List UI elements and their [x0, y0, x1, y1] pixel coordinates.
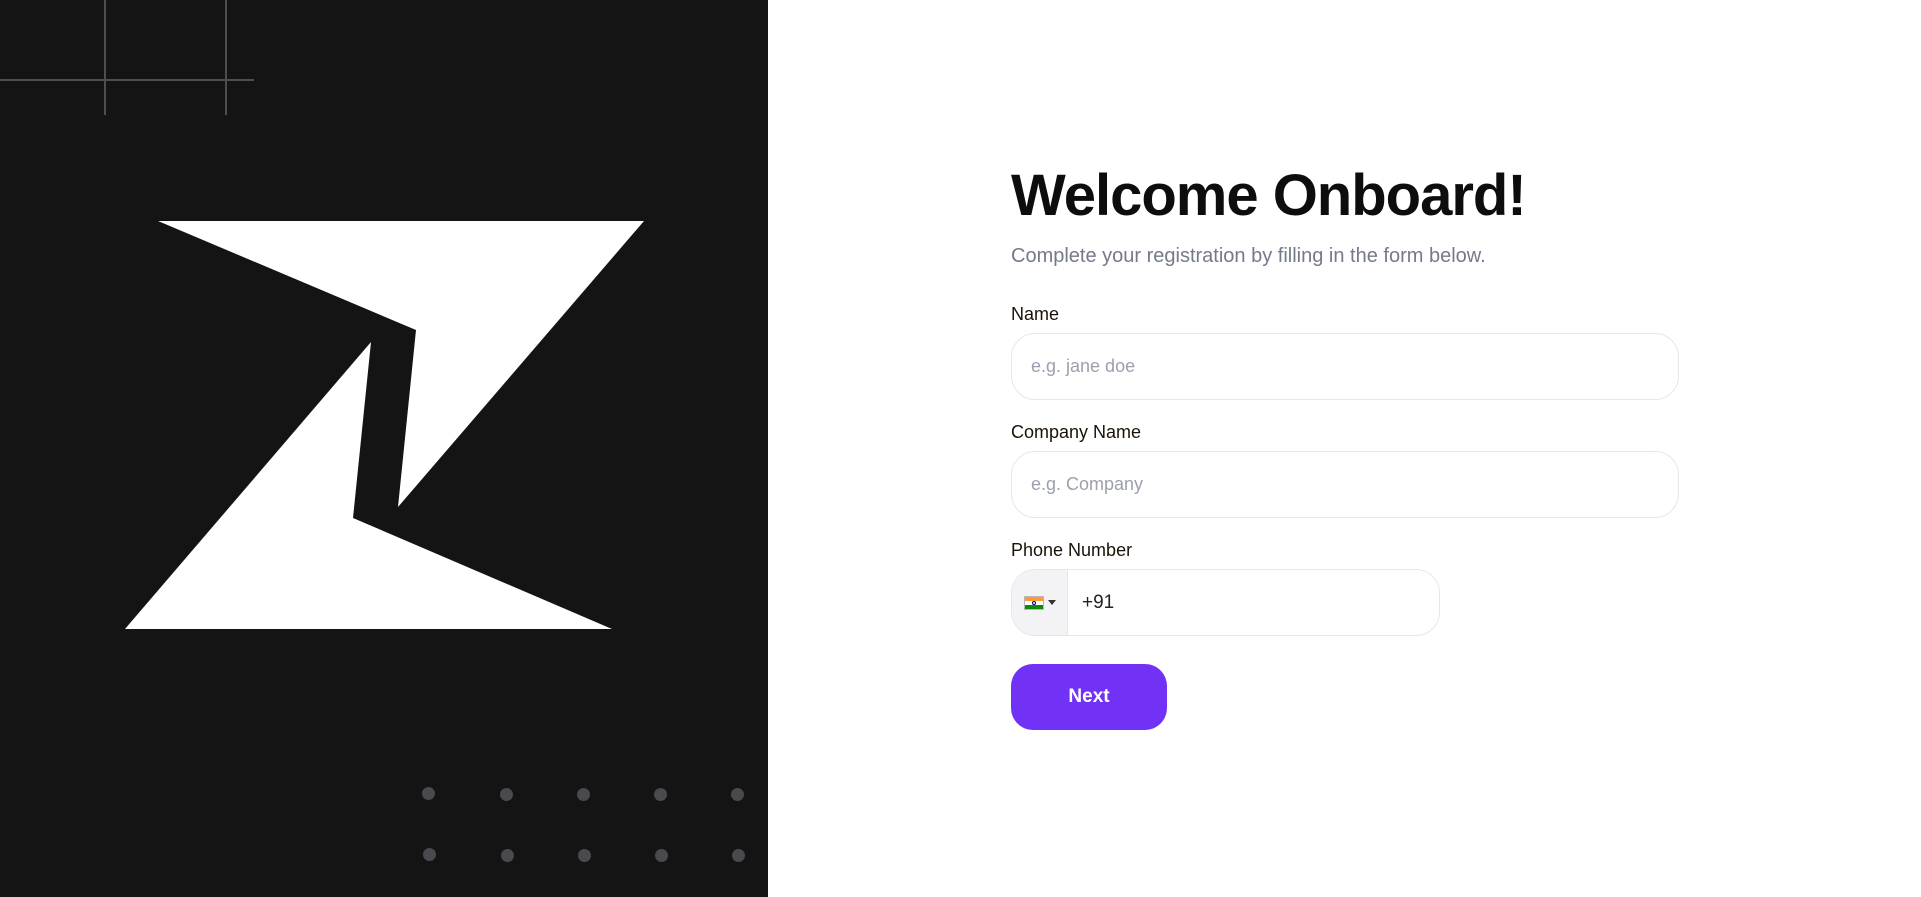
- phone-number-field: [1011, 569, 1440, 636]
- dot-decoration: [655, 849, 668, 862]
- z-lightning-logo-icon: [125, 221, 644, 629]
- phone-number-input[interactable]: [1068, 570, 1439, 635]
- brand-panel: [0, 0, 768, 897]
- phone-number-label: Phone Number: [1011, 540, 1133, 560]
- dot-decoration: [500, 788, 513, 801]
- page-subtitle: Complete your registration by filling in…: [1011, 245, 1486, 267]
- chevron-down-icon: [1047, 600, 1056, 605]
- dot-decoration: [501, 849, 514, 862]
- registration-panel: Welcome Onboard! Complete your registrat…: [768, 0, 1921, 897]
- dot-decoration: [422, 787, 435, 800]
- company-name-input[interactable]: [1011, 451, 1679, 518]
- dot-decoration: [732, 849, 745, 862]
- dot-decoration: [578, 849, 591, 862]
- country-code-dropdown[interactable]: [1012, 570, 1068, 635]
- dot-decoration: [654, 788, 667, 801]
- company-name-label: Company Name: [1011, 422, 1142, 442]
- dot-decoration: [577, 788, 590, 801]
- india-flag-icon: [1023, 595, 1044, 610]
- next-button[interactable]: Next: [1011, 664, 1167, 730]
- name-label: Name: [1011, 304, 1060, 324]
- name-input[interactable]: [1011, 333, 1679, 400]
- dot-decoration: [731, 788, 744, 801]
- dot-decoration: [423, 848, 436, 861]
- page-title: Welcome Onboard!: [1011, 163, 1527, 228]
- registration-form: Welcome Onboard! Complete your registrat…: [1011, 160, 1681, 730]
